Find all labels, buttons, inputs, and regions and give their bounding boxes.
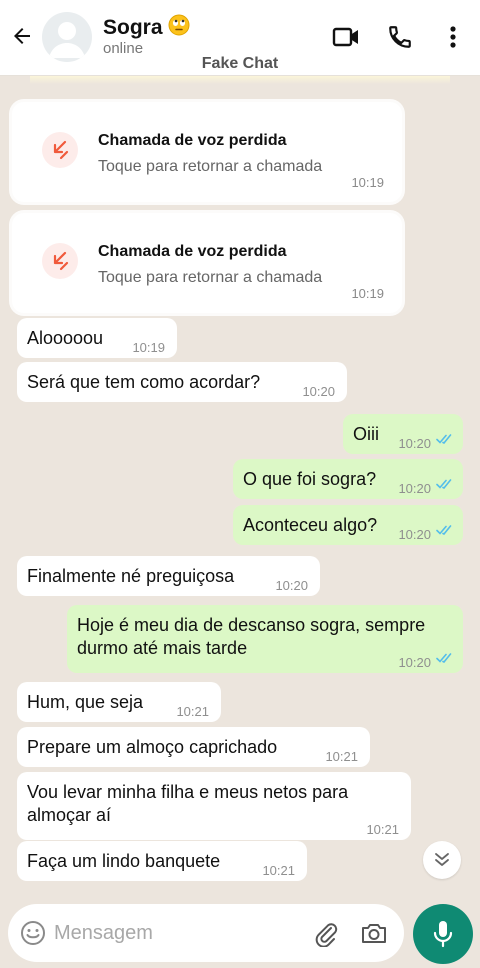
microphone-icon (433, 921, 453, 948)
back-arrow-icon[interactable] (6, 20, 38, 52)
message-text: Aconteceu algo? (243, 515, 378, 535)
chat-area[interactable]: Chamada de voz perdida Toque para retorn… (0, 76, 480, 896)
more-vert-icon[interactable] (437, 22, 469, 52)
message-text: Oiii (353, 424, 379, 444)
message-time: 10:20 (398, 527, 431, 542)
message-text: Faça um lindo banquete (27, 851, 221, 871)
message-time: 10:20 (302, 384, 335, 399)
missed-call-time: 10:19 (351, 175, 384, 190)
message-bubble-incoming[interactable]: Hum, que seja 10:21 (17, 682, 221, 722)
message-input-box[interactable]: Mensagem (8, 904, 404, 962)
message-time: 10:19 (132, 340, 165, 355)
emoji-icon[interactable] (20, 920, 46, 946)
message-text: O que foi sogra? (243, 469, 377, 489)
video-call-icon[interactable] (330, 22, 362, 52)
message-time: 10:20 (398, 481, 431, 496)
message-bubble-outgoing[interactable]: Aconteceu algo? 10:20 (233, 505, 463, 545)
message-time: 10:21 (262, 863, 295, 878)
message-text-line2: almoçar aí (27, 805, 112, 825)
message-bubble-outgoing[interactable]: Hoje é meu dia de descanso sogra, sempre… (67, 605, 463, 673)
missed-call-title: Chamada de voz perdida (98, 243, 287, 260)
missed-call-title: Chamada de voz perdida (98, 132, 287, 149)
chat-header: Sogra online Fake Chat (0, 0, 480, 76)
message-bubble-incoming[interactable]: Finalmente né preguiçosa 10:20 (17, 556, 320, 596)
scroll-to-bottom-button[interactable] (423, 841, 461, 879)
message-bubble-incoming[interactable]: Será que tem como acordar? 10:20 (17, 362, 347, 402)
missed-call-time: 10:19 (351, 286, 384, 301)
missed-call-subtitle: Toque para retornar a chamada (98, 158, 323, 175)
message-bubble-outgoing[interactable]: Oiii 10:20 (343, 414, 463, 454)
contact-name-text: Sogra (103, 16, 163, 39)
missed-call-card[interactable]: Chamada de voz perdida Toque para retorn… (12, 213, 402, 313)
missed-call-subtitle: Toque para retornar a chamada (98, 269, 323, 286)
attach-clip-icon[interactable] (312, 919, 340, 947)
message-text: Será que tem como acordar? (27, 372, 261, 392)
message-text: Prepare um almoço caprichado (27, 737, 278, 757)
message-text: Finalmente né preguiçosa (27, 566, 235, 586)
message-time: 10:21 (325, 749, 358, 764)
message-text: Alooooou (27, 328, 104, 348)
header-shadow (30, 76, 450, 84)
phone-icon[interactable] (384, 22, 416, 52)
message-time: 10:21 (176, 704, 209, 719)
message-bubble-outgoing[interactable]: O que foi sogra? 10:20 (233, 459, 463, 499)
message-bubble-incoming[interactable]: Faça um lindo banquete 10:21 (17, 841, 307, 881)
message-bubble-incoming[interactable]: Alooooou 10:19 (17, 318, 177, 358)
message-time: 10:21 (366, 822, 399, 837)
message-input-bar: Mensagem (0, 896, 480, 968)
missed-call-card[interactable]: Chamada de voz perdida Toque para retorn… (12, 102, 402, 202)
double-chevron-down-icon (435, 853, 449, 866)
read-ticks-icon (436, 525, 452, 536)
missed-call-icon (42, 243, 78, 279)
read-ticks-icon (436, 653, 452, 664)
message-input-placeholder[interactable]: Mensagem (54, 922, 153, 945)
message-bubble-incoming[interactable]: Vou levar minha filha e meus netos para … (17, 772, 411, 840)
message-text-line2: durmo até mais tarde (77, 638, 248, 658)
rolling-eyes-emoji-icon (168, 14, 190, 42)
message-time: 10:20 (398, 655, 431, 670)
message-text-line1: Hoje é meu dia de descanso sogra, sempre (77, 615, 426, 635)
camera-icon[interactable] (360, 919, 388, 947)
message-time: 10:20 (275, 578, 308, 593)
read-ticks-icon (436, 479, 452, 490)
app-caption: Fake Chat (201, 55, 279, 72)
microphone-button[interactable] (413, 904, 473, 964)
message-text: Hum, que seja (27, 692, 144, 712)
missed-call-icon (42, 132, 78, 168)
read-ticks-icon (436, 434, 452, 445)
message-time: 10:20 (398, 436, 431, 451)
message-bubble-incoming[interactable]: Prepare um almoço caprichado 10:21 (17, 727, 370, 767)
contact-name[interactable]: Sogra (103, 14, 190, 42)
message-text-line1: Vou levar minha filha e meus netos para (27, 782, 349, 802)
